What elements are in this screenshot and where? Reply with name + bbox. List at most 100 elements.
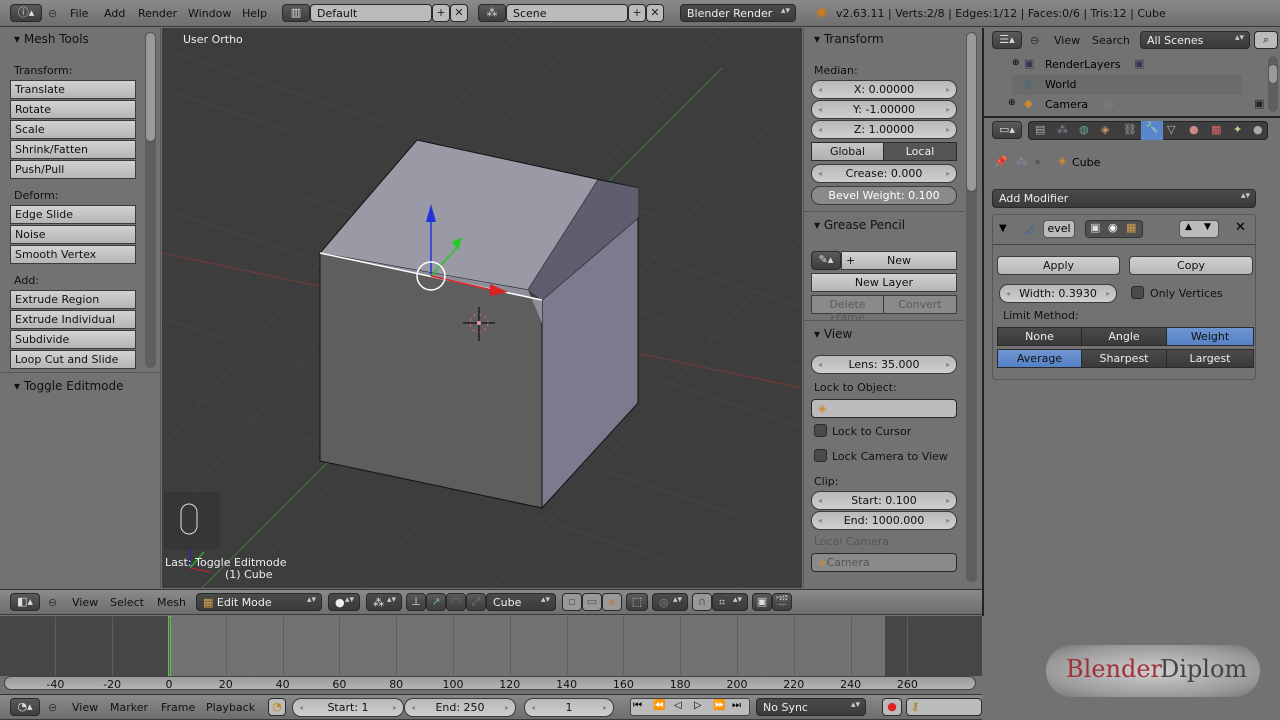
sync-mode-dropdown[interactable]: No Sync ▴▾: [756, 698, 866, 716]
loop-cut-slide-button[interactable]: Loop Cut and Slide: [10, 350, 136, 369]
manipulator-toggle-icon[interactable]: ⊥: [406, 593, 426, 611]
tab-render-icon[interactable]: ▤: [1035, 123, 1045, 136]
timeline-menu-view[interactable]: View: [72, 701, 98, 714]
pin-icon[interactable]: 📌: [994, 155, 1008, 168]
collapse-menu-icon[interactable]: ⊖: [48, 7, 57, 20]
outliner-scrollbar[interactable]: [1268, 56, 1278, 112]
scene-icon[interactable]: ⁂: [478, 4, 506, 22]
menu-add[interactable]: Add: [104, 7, 125, 20]
push-pull-button[interactable]: Push/Pull: [10, 160, 136, 179]
properties-editor-type-icon[interactable]: ▭▴: [992, 121, 1022, 139]
start-frame-field[interactable]: Start: 1: [292, 698, 404, 717]
tab-data-icon[interactable]: ▽: [1167, 123, 1175, 136]
collapse-menu-icon[interactable]: ⊖: [1030, 34, 1039, 47]
mesh-tools-header[interactable]: ▾ Mesh Tools: [14, 32, 89, 46]
viewport-shading-dropdown[interactable]: ● ▴▾: [328, 593, 360, 611]
tab-scene-icon[interactable]: ⁂: [1057, 123, 1068, 136]
end-frame-field[interactable]: End: 250: [404, 698, 516, 717]
outliner-item-camera[interactable]: ⊕ ◆ Camera ◎ ▣: [1008, 95, 1264, 115]
local-camera-field[interactable]: ◈Camera: [811, 553, 957, 572]
outliner-item-renderlayers[interactable]: ⊕ ▣ RenderLayers ▣: [1012, 55, 1242, 75]
outliner-item-world[interactable]: ◍ World: [1012, 75, 1242, 95]
copy-button[interactable]: Copy: [1129, 256, 1253, 275]
clip-end-field[interactable]: End: 1000.000: [811, 511, 957, 530]
add-scene-button[interactable]: +: [628, 4, 646, 22]
tab-particles-icon[interactable]: ✦: [1233, 123, 1242, 136]
tab-constraints-icon[interactable]: ⛓: [1123, 123, 1137, 136]
view-panel-header[interactable]: ▾ View: [814, 327, 852, 341]
smooth-vertex-button[interactable]: Smooth Vertex: [10, 245, 136, 264]
pivot-point-dropdown[interactable]: ⁂ ▴▾: [366, 593, 402, 611]
tab-modifiers-icon[interactable]: 🔧: [1141, 121, 1163, 140]
menu-select[interactable]: Select: [110, 596, 144, 609]
limit-none-toggle[interactable]: None: [997, 327, 1082, 346]
editor-type-info-button[interactable]: ⓘ▴: [10, 4, 42, 22]
delete-screen-button[interactable]: ✕: [450, 4, 468, 22]
properties-scroll-thumb[interactable]: [966, 32, 977, 192]
weight-average-toggle[interactable]: Average: [997, 349, 1082, 368]
tab-material-icon[interactable]: ●: [1189, 123, 1199, 136]
render-restrict-icon[interactable]: ▣: [1254, 97, 1264, 110]
3d-view-editor-type-icon[interactable]: ◧▴: [10, 593, 40, 611]
remove-modifier-icon[interactable]: ✕: [1235, 220, 1246, 235]
local-toggle[interactable]: Local: [883, 142, 957, 161]
scale-manipulator-icon[interactable]: ⤢: [466, 593, 486, 611]
outliner-filter-dropdown[interactable]: All Scenes ▴▾: [1140, 31, 1250, 49]
proportional-edit-dropdown[interactable]: ◎ ▴▾: [652, 593, 688, 611]
collapse-menu-icon[interactable]: ⊖: [48, 701, 57, 714]
extrude-individual-button[interactable]: Extrude Individual: [10, 310, 136, 329]
collapse-menu-icon[interactable]: ⊖: [48, 596, 57, 609]
timeline-scrollbar[interactable]: [4, 676, 976, 690]
tab-world-icon[interactable]: ◍: [1079, 123, 1089, 136]
translate-button[interactable]: Translate: [10, 80, 136, 99]
lens-field[interactable]: Lens: 35.000: [811, 355, 957, 374]
weight-largest-toggle[interactable]: Largest: [1166, 349, 1254, 368]
noise-button[interactable]: Noise: [10, 225, 136, 244]
outliner-menu-view[interactable]: View: [1054, 34, 1080, 47]
auto-keyframe-record-icon[interactable]: ●: [882, 698, 902, 716]
viewport-toggle-icon[interactable]: ◉: [1108, 221, 1118, 234]
mode-dropdown[interactable]: ▦ Edit Mode ▴▾: [196, 593, 322, 611]
jump-keyframe-back-icon[interactable]: ⏪: [653, 700, 665, 711]
menu-file[interactable]: File: [70, 7, 88, 20]
editmode-toggle-icon[interactable]: ▦: [1126, 221, 1136, 234]
play-reverse-icon[interactable]: ◁: [674, 700, 682, 711]
menu-render[interactable]: Render: [138, 7, 177, 20]
add-modifier-dropdown[interactable]: Add Modifier ▴▾: [992, 189, 1256, 208]
grease-pencil-new-button[interactable]: + New: [841, 251, 957, 270]
collapse-modifier-icon[interactable]: ▼: [999, 223, 1007, 234]
screen-layout-icon[interactable]: ▥: [282, 4, 310, 22]
menu-help[interactable]: Help: [242, 7, 267, 20]
outliner-editor-type-icon[interactable]: ☰▴: [992, 31, 1022, 49]
tab-physics-icon[interactable]: ●: [1253, 123, 1263, 136]
outliner-scroll-thumb[interactable]: [1268, 64, 1278, 84]
move-down-icon[interactable]: ▼: [1204, 222, 1211, 232]
timeline-menu-playback[interactable]: Playback: [206, 701, 255, 714]
median-z-field[interactable]: Z: 1.00000: [811, 120, 957, 139]
tool-shelf-scroll-thumb[interactable]: [145, 32, 156, 142]
screen-layout-field[interactable]: Default: [310, 4, 432, 22]
outliner-menu-search[interactable]: Search: [1092, 34, 1130, 47]
pencil-icon[interactable]: ✎▴: [811, 251, 841, 270]
vertex-select-icon[interactable]: ▫: [562, 593, 582, 611]
menu-window[interactable]: Window: [188, 7, 231, 20]
transform-orientation-dropdown[interactable]: Cube ▴▾: [486, 593, 556, 611]
limit-angle-toggle[interactable]: Angle: [1081, 327, 1167, 346]
lock-object-field[interactable]: ◈: [811, 399, 957, 418]
new-layer-button[interactable]: New Layer: [811, 273, 957, 292]
snap-element-dropdown[interactable]: ⌗ ▴▾: [712, 593, 748, 611]
modifier-name-field[interactable]: evel: [1043, 220, 1075, 238]
face-select-icon[interactable]: ▪: [602, 593, 622, 611]
render-engine-dropdown[interactable]: Blender Render ▴▾: [680, 4, 796, 22]
jump-end-icon[interactable]: ⏭: [732, 700, 741, 711]
median-y-field[interactable]: Y: -1.00000: [811, 100, 957, 119]
current-frame-field[interactable]: 1: [524, 698, 614, 717]
opengl-render-icon[interactable]: ▣: [752, 593, 772, 611]
properties-scrollbar[interactable]: [966, 32, 977, 582]
only-vertices-checkbox[interactable]: [1131, 286, 1144, 299]
shrink-fatten-button[interactable]: Shrink/Fatten: [10, 140, 136, 159]
apply-button[interactable]: Apply: [997, 256, 1120, 275]
bevel-width-field[interactable]: Width: 0.3930: [999, 284, 1117, 303]
rotate-button[interactable]: Rotate: [10, 100, 136, 119]
limit-selection-icon[interactable]: ⬚: [626, 593, 648, 611]
